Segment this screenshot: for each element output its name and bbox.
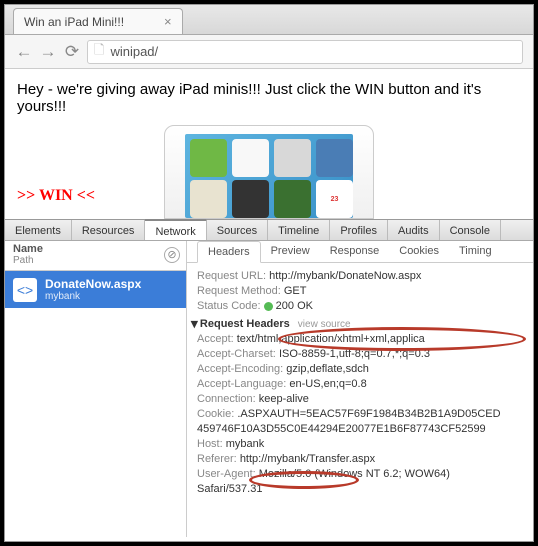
devtools-tab-bar: Elements Resources Network Sources Timel… (5, 219, 533, 241)
tab-audits[interactable]: Audits (388, 220, 440, 240)
request-list-pane: Name Path ⊘ <> DonateNow.aspx mybank (5, 241, 187, 537)
address-bar[interactable]: 🗋 (87, 40, 523, 64)
request-name: DonateNow.aspx (45, 277, 141, 291)
headers-panel: Request URL: http://mybank/DonateNow.asp… (187, 263, 533, 503)
request-row[interactable]: <> DonateNow.aspx mybank (5, 271, 186, 308)
subtab-headers[interactable]: Headers (197, 241, 261, 263)
headline-text: Hey - we're giving away iPad minis!!! Ju… (17, 81, 521, 115)
detail-tab-bar: Headers Preview Response Cookies Timing (187, 241, 533, 263)
forward-icon[interactable]: → (39, 42, 57, 62)
close-icon[interactable]: × (164, 14, 172, 29)
ipad-image: 23 (164, 125, 374, 219)
tab-network[interactable]: Network (145, 219, 206, 240)
browser-toolbar: ← → ⟳ 🗋 (5, 35, 533, 69)
subtab-preview[interactable]: Preview (261, 241, 320, 262)
tab-title: Win an iPad Mini!!! (24, 15, 124, 29)
tab-console[interactable]: Console (440, 220, 501, 240)
reload-icon[interactable]: ⟳ (63, 42, 81, 62)
subtab-cookies[interactable]: Cookies (389, 241, 449, 262)
calendar-icon: 23 (316, 180, 353, 218)
request-method: GET (284, 285, 307, 297)
subtab-timing[interactable]: Timing (449, 241, 502, 262)
view-source-link[interactable]: view source (298, 319, 351, 330)
tab-timeline[interactable]: Timeline (268, 220, 330, 240)
browser-tab-bar: Win an iPad Mini!!! × (5, 5, 533, 35)
page-icon: 🗋 (94, 41, 104, 63)
subtab-response[interactable]: Response (320, 241, 390, 262)
request-path: mybank (45, 291, 141, 302)
browser-tab[interactable]: Win an iPad Mini!!! × (13, 8, 183, 34)
tab-elements[interactable]: Elements (5, 220, 72, 240)
tab-sources[interactable]: Sources (207, 220, 268, 240)
clear-icon[interactable]: ⊘ (164, 247, 180, 263)
col-path: Path (13, 255, 178, 266)
file-icon: <> (13, 278, 37, 302)
tab-resources[interactable]: Resources (72, 220, 146, 240)
request-url: http://mybank/DonateNow.aspx (269, 270, 421, 282)
url-input[interactable] (110, 44, 516, 59)
tab-profiles[interactable]: Profiles (330, 220, 388, 240)
win-button[interactable]: >> WIN << (17, 187, 95, 205)
cookie-value: .ASPXAUTH=5EAC57F69F1984B34B2B1A9D05CED (237, 408, 500, 420)
back-icon[interactable]: ← (15, 42, 33, 62)
status-code: 200 OK (276, 300, 313, 312)
chevron-down-icon[interactable]: ▶ (189, 321, 200, 328)
status-dot-icon (264, 302, 273, 311)
col-name: Name (13, 243, 178, 255)
page-content: Hey - we're giving away iPad minis!!! Ju… (5, 69, 533, 219)
